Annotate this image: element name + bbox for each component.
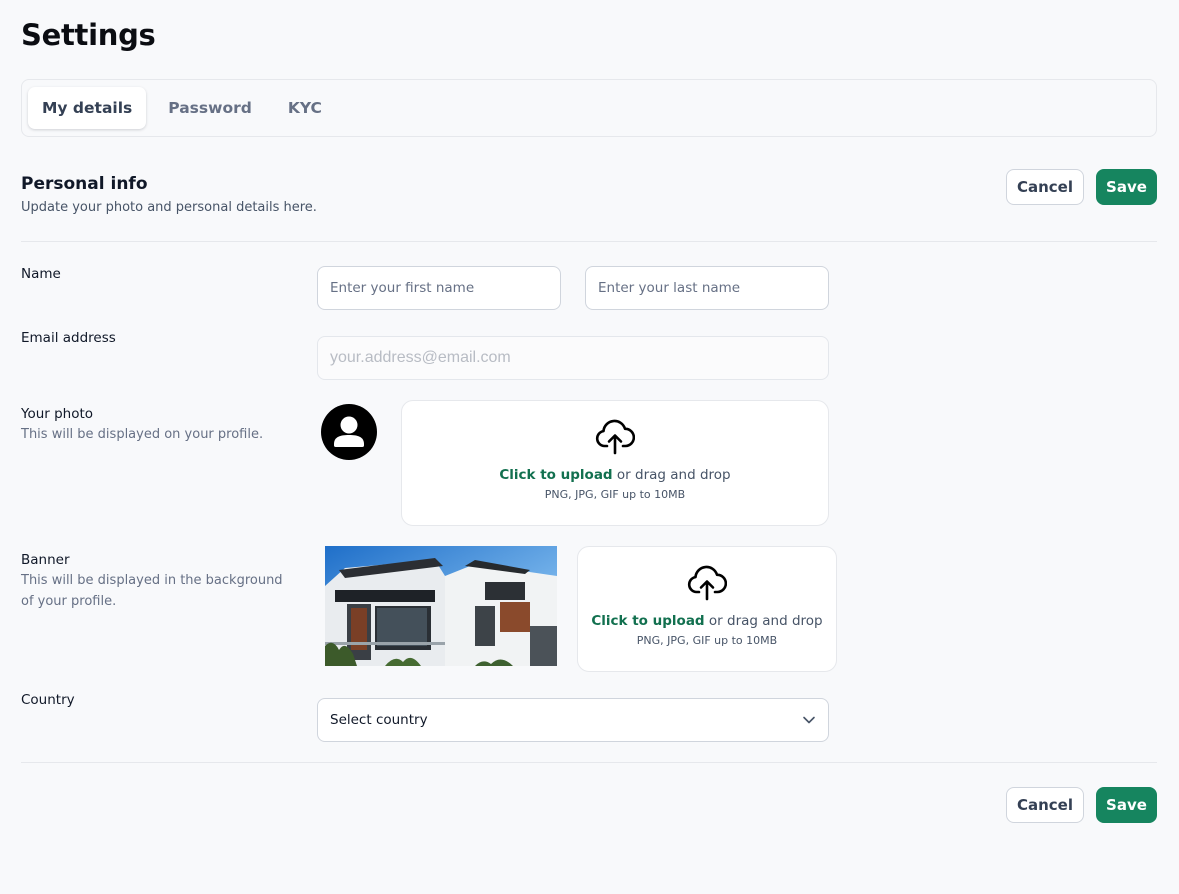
banner-label: Banner xyxy=(21,552,70,568)
first-name-input[interactable] xyxy=(317,266,561,310)
name-label: Name xyxy=(21,266,61,282)
email-label: Email address xyxy=(21,330,116,346)
avatar xyxy=(321,404,377,460)
last-name-input[interactable] xyxy=(585,266,829,310)
tab-kyc[interactable]: KYC xyxy=(274,87,336,129)
country-label: Country xyxy=(21,692,75,708)
cancel-button[interactable]: Cancel xyxy=(1006,169,1084,205)
photo-label: Your photo xyxy=(21,406,94,422)
click-to-upload-link[interactable]: Click to upload xyxy=(499,467,612,483)
divider xyxy=(21,762,1157,763)
chevron-down-icon xyxy=(803,716,815,724)
photo-upload-dropzone[interactable]: Click to upload or drag and drop PNG, JP… xyxy=(401,400,829,526)
user-circle-icon xyxy=(334,416,364,447)
save-button[interactable]: Save xyxy=(1096,787,1157,823)
section-title: Personal info xyxy=(21,174,148,194)
email-input[interactable] xyxy=(317,336,829,380)
page-title: Settings xyxy=(21,18,156,52)
cloud-upload-icon xyxy=(687,565,727,601)
upload-file-types: PNG, JPG, GIF up to 10MB xyxy=(544,488,686,501)
drag-drop-text: or drag and drop xyxy=(612,467,731,483)
tab-my-details[interactable]: My details xyxy=(28,87,147,129)
upload-file-types: PNG, JPG, GIF up to 10MB xyxy=(636,634,778,647)
photo-hint: This will be displayed on your profile. xyxy=(21,427,264,442)
tabs-bar: My details Password KYC xyxy=(21,79,1157,137)
tab-password[interactable]: Password xyxy=(154,87,266,129)
banner-upload-dropzone[interactable]: Click to upload or drag and drop PNG, JP… xyxy=(577,546,837,672)
upload-instructions: Click to upload or drag and drop xyxy=(499,467,730,483)
upload-instructions: Click to upload or drag and drop xyxy=(591,613,822,629)
drag-drop-text: or drag and drop xyxy=(704,613,823,629)
cloud-upload-icon xyxy=(595,419,635,455)
divider xyxy=(21,241,1157,242)
click-to-upload-link[interactable]: Click to upload xyxy=(591,613,704,629)
banner-image xyxy=(325,546,557,666)
country-select[interactable]: Select country xyxy=(317,698,829,742)
section-subtitle: Update your photo and personal details h… xyxy=(21,200,317,215)
banner-hint: This will be displayed in the background… xyxy=(21,573,283,609)
save-button[interactable]: Save xyxy=(1096,169,1157,205)
country-select-value: Select country xyxy=(330,712,428,728)
cancel-button[interactable]: Cancel xyxy=(1006,787,1084,823)
